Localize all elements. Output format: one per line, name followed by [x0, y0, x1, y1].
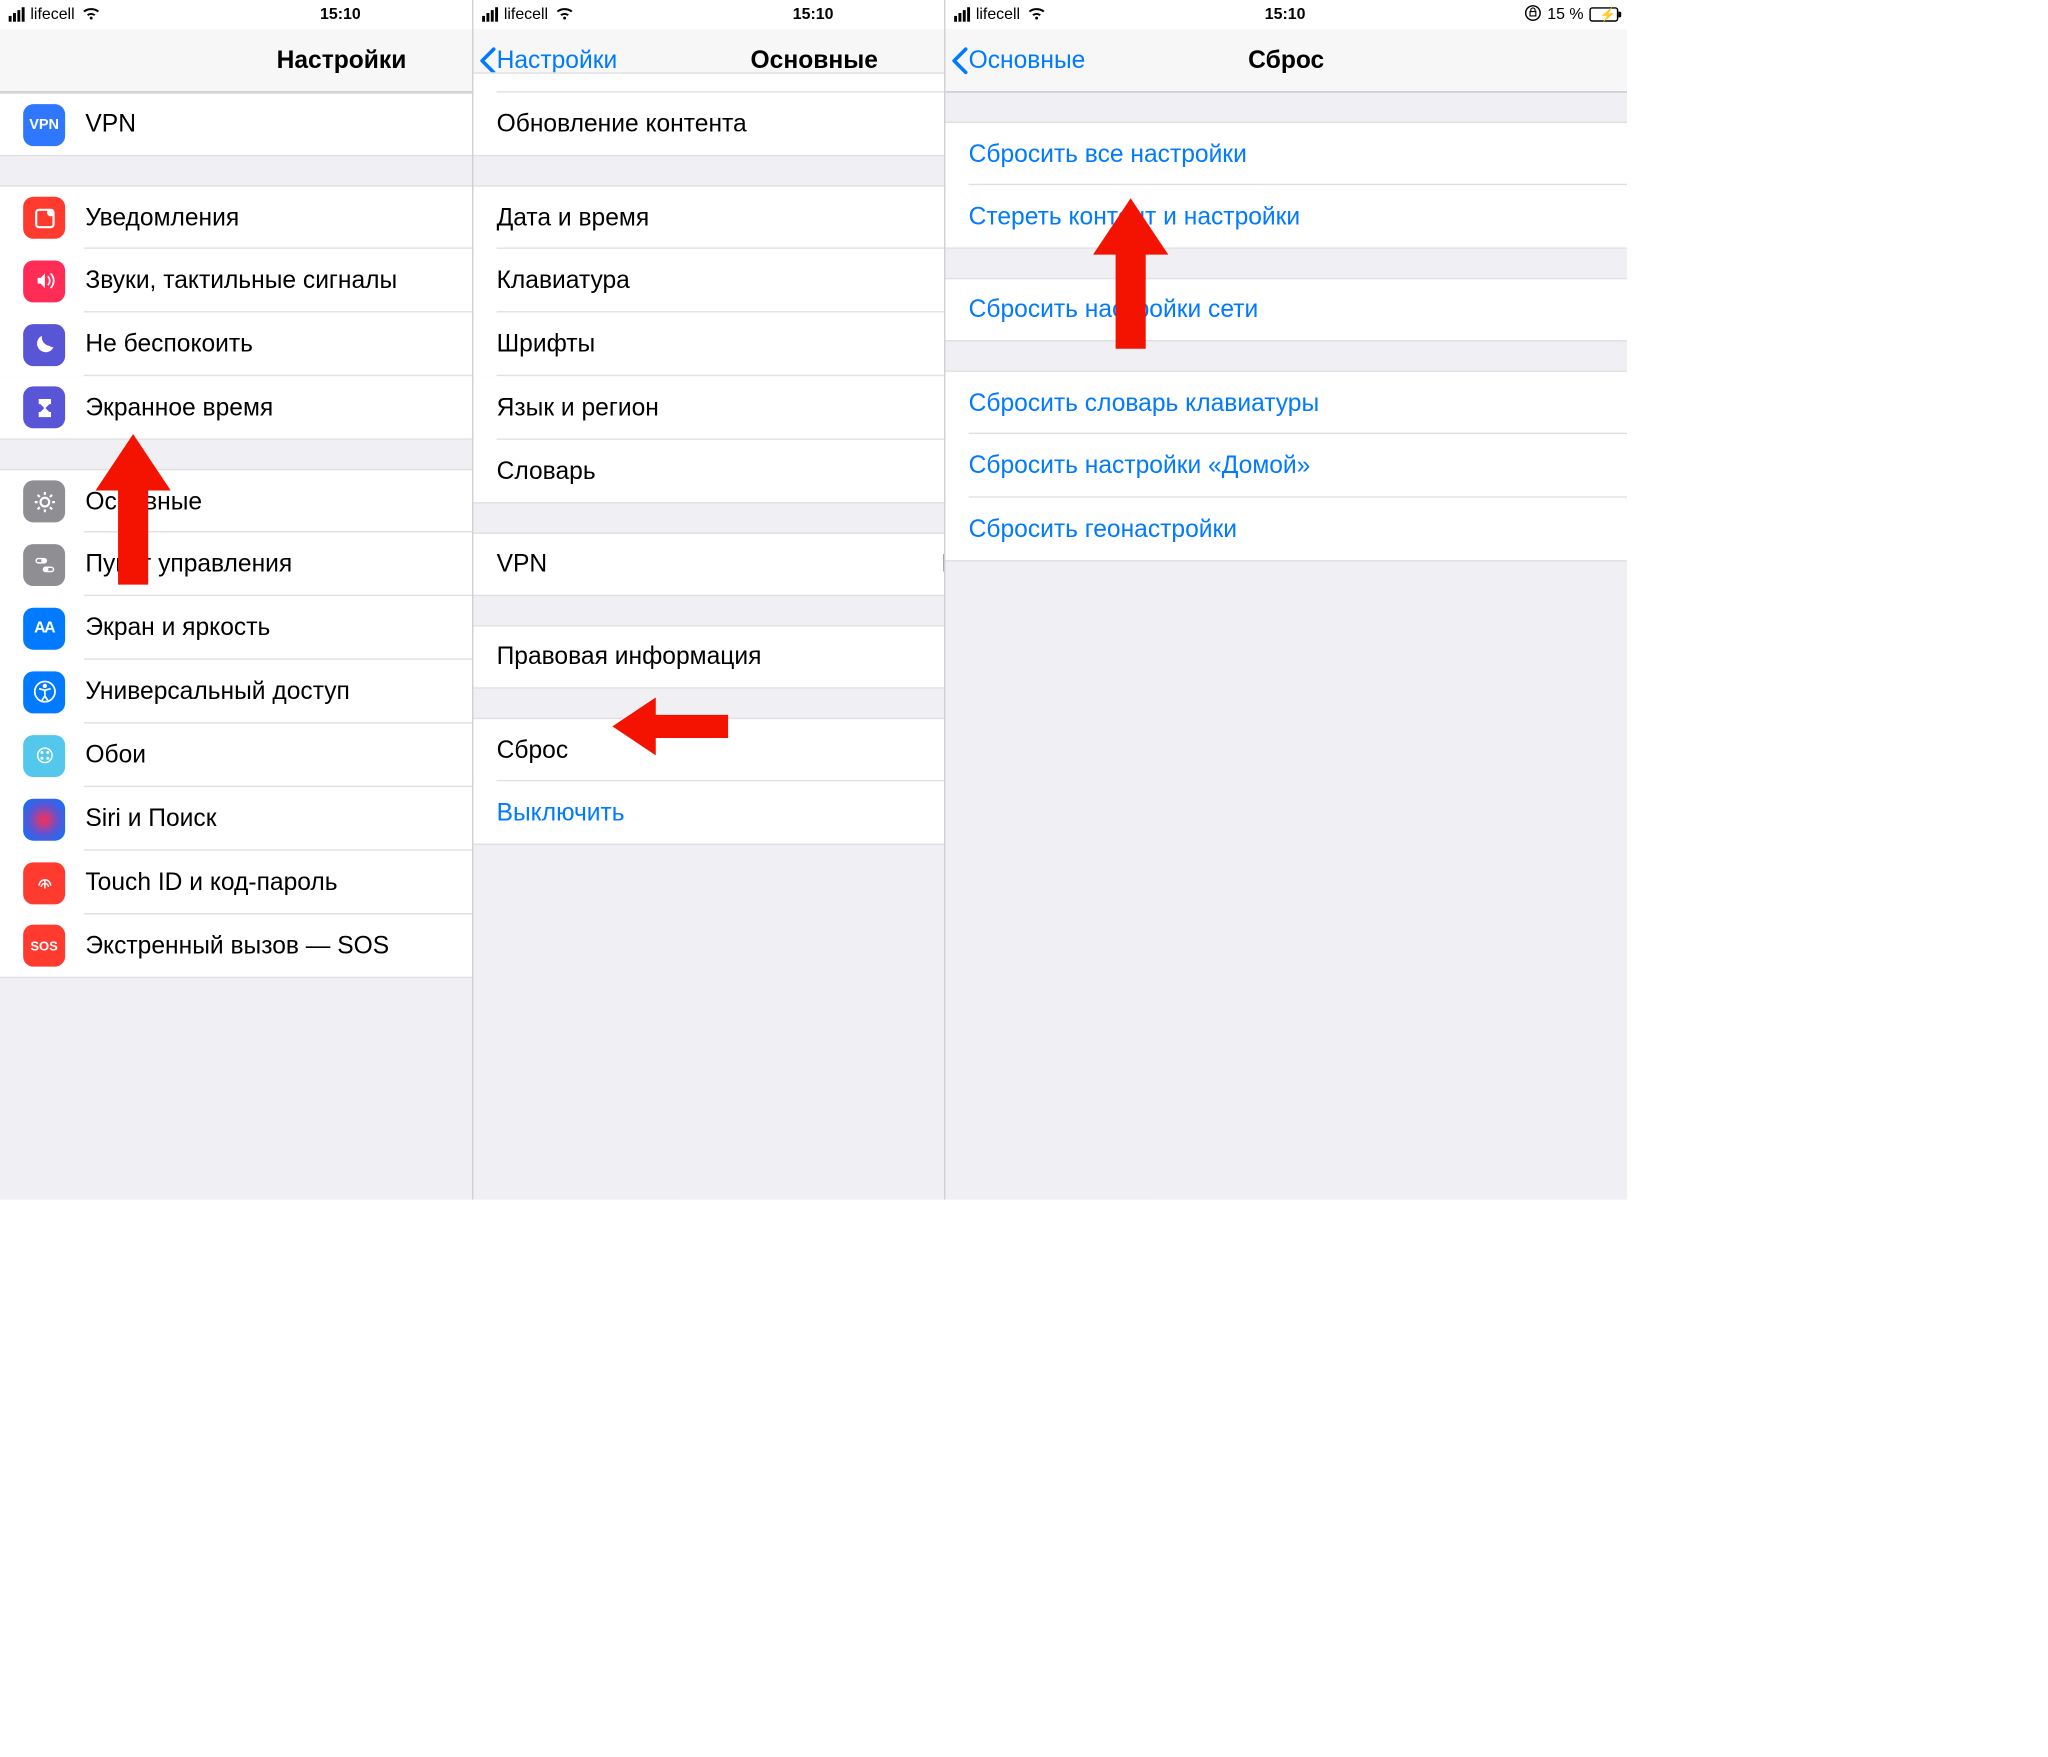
back-button[interactable]: Основные: [951, 29, 1085, 93]
clock: 15:10: [320, 6, 361, 23]
reset-screen: lifecell 15:10 15 % ⚡ Основные Сброс Сбр…: [944, 0, 1627, 1200]
nav-bar: Основные Сброс: [945, 29, 1627, 93]
carrier-label: lifecell: [976, 6, 1020, 23]
wifi-icon: [554, 4, 574, 24]
general-icon: [23, 480, 65, 522]
page-title: Сброс: [1248, 46, 1324, 75]
orientation-lock-icon: [1524, 4, 1541, 26]
row-reset-network[interactable]: Сбросить настройки сети: [945, 278, 1627, 342]
wallpaper-icon: [23, 734, 65, 776]
row-reset-dictionary[interactable]: Сбросить словарь клавиатуры: [945, 370, 1627, 434]
wifi-icon: [1026, 4, 1046, 24]
row-reset-location[interactable]: Сбросить геонастройки: [945, 498, 1627, 562]
row-reset-home[interactable]: Сбросить настройки «Домой»: [945, 434, 1627, 498]
row-label: Стереть контент и настройки: [969, 186, 1627, 247]
row-erase-content[interactable]: Стереть контент и настройки: [945, 185, 1627, 249]
chevron-left-icon: [951, 46, 968, 75]
sos-icon: SOS: [23, 925, 65, 967]
row-label: VPN: [497, 534, 942, 595]
siri-icon: [23, 798, 65, 840]
row-reset-all[interactable]: Сбросить все настройки: [945, 122, 1627, 186]
row-label: Сбросить геонастройки: [969, 498, 1627, 559]
battery-pct: 15 %: [1547, 6, 1583, 23]
page-title: Настройки: [277, 46, 407, 75]
back-label: Основные: [969, 46, 1086, 75]
page-title: Основные: [751, 46, 878, 75]
status-bar: lifecell 15:10 15 % ⚡: [945, 0, 1627, 29]
accessibility-icon: [23, 671, 65, 713]
signal-icon: [954, 7, 970, 21]
carrier-label: lifecell: [30, 6, 74, 23]
control-center-icon: [23, 543, 65, 585]
battery-icon: ⚡: [1589, 7, 1618, 21]
display-icon: AA: [23, 607, 65, 649]
notifications-icon: [23, 197, 65, 239]
touchid-icon: [23, 862, 65, 904]
chevron-left-icon: [479, 46, 496, 75]
carrier-label: lifecell: [504, 6, 548, 23]
clock: 15:10: [793, 6, 834, 23]
row-label: Сбросить все настройки: [969, 124, 1627, 185]
vpn-icon: VPN: [23, 103, 65, 145]
dnd-icon: [23, 323, 65, 365]
row-label: Сбросить словарь клавиатуры: [969, 373, 1627, 434]
wifi-icon: [80, 4, 100, 24]
screentime-icon: [23, 386, 65, 428]
signal-icon: [482, 7, 498, 21]
row-label: Сбросить настройки «Домой»: [969, 436, 1627, 497]
clock: 15:10: [1265, 6, 1306, 23]
row-label: Сбросить настройки сети: [969, 279, 1627, 340]
signal-icon: [9, 7, 25, 21]
back-label: Настройки: [497, 46, 618, 75]
sounds-icon: [23, 260, 65, 302]
